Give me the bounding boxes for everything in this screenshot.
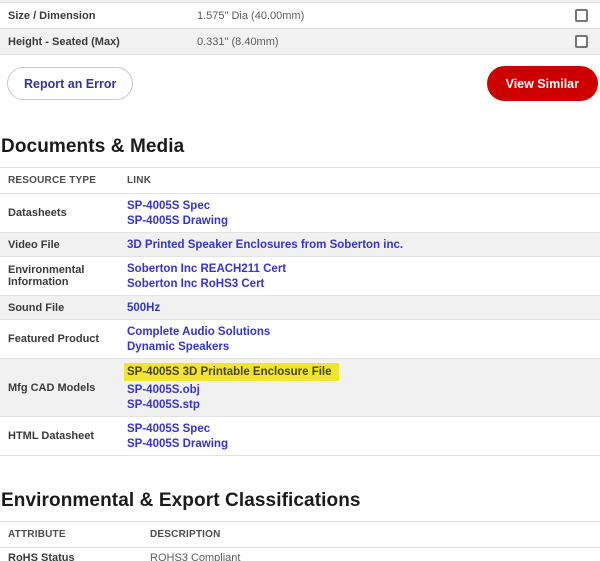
documents-media-table: RESOURCE TYPE LINK Datasheets SP-4005S S… (0, 167, 600, 456)
resource-type-label: Environmental Information (0, 257, 119, 296)
action-bar: Report an Error View Similar (0, 66, 600, 101)
document-link[interactable]: Dynamic Speakers (127, 340, 229, 354)
table-row-video-file: Video File 3D Printed Speaker Enclosures… (0, 233, 600, 257)
table-header-row: RESOURCE TYPE LINK (0, 168, 600, 194)
environmental-export-heading: Environmental & Export Classifications (0, 490, 600, 512)
spec-label: Size / Dimension (0, 3, 189, 29)
table-row-mfg-cad-models: Mfg CAD Models SP-4005S 3D Printable Enc… (0, 359, 600, 417)
specs-table: Size / Dimension 1.575" Dia (40.00mm) He… (0, 3, 600, 55)
column-header-description: DESCRIPTION (142, 522, 600, 548)
highlighted-document-link[interactable]: SP-4005S 3D Printable Enclosure File (124, 363, 339, 381)
attribute-label: RoHS Status (0, 548, 142, 561)
table-row-environmental-information: Environmental Information Soberton Inc R… (0, 257, 600, 296)
document-link[interactable]: SP-4005S Drawing (127, 437, 228, 451)
document-link[interactable]: SP-4005S Spec (127, 199, 210, 213)
table-row-rohs-status: RoHS Status ROHS3 Compliant (0, 548, 600, 561)
environmental-export-table: ATTRIBUTE DESCRIPTION RoHS Status ROHS3 … (0, 521, 600, 561)
spec-value: 0.331" (8.40mm) (189, 29, 566, 55)
resource-type-label: Featured Product (0, 320, 119, 359)
column-header-attribute: ATTRIBUTE (0, 522, 142, 548)
resource-type-label: Mfg CAD Models (0, 359, 119, 417)
spec-label: Height - Seated (Max) (0, 29, 189, 55)
document-link[interactable]: SP-4005S.stp (127, 398, 200, 412)
table-row-sound-file: Sound File 500Hz (0, 296, 600, 320)
resource-type-label: Datasheets (0, 194, 119, 233)
document-link[interactable]: SP-4005S Spec (127, 422, 210, 436)
document-link[interactable]: Soberton Inc REACH211 Cert (127, 262, 286, 276)
column-header-link: LINK (119, 168, 600, 194)
document-link[interactable]: SP-4005S Drawing (127, 214, 228, 228)
table-row: Height - Seated (Max) 0.331" (8.40mm) (0, 29, 600, 55)
resource-type-label: HTML Datasheet (0, 417, 119, 456)
document-link[interactable]: Soberton Inc RoHS3 Cert (127, 277, 264, 291)
document-link[interactable]: Complete Audio Solutions (127, 325, 270, 339)
report-error-button[interactable]: Report an Error (7, 67, 133, 100)
compare-checkbox[interactable] (575, 35, 588, 48)
compare-checkbox[interactable] (575, 9, 588, 22)
documents-media-heading: Documents & Media (0, 136, 600, 158)
attribute-description: ROHS3 Compliant (142, 548, 600, 561)
table-row: Size / Dimension 1.575" Dia (40.00mm) (0, 3, 600, 29)
product-detail-page: Size / Dimension 1.575" Dia (40.00mm) He… (0, 0, 600, 561)
table-row-datasheets: Datasheets SP-4005S Spec SP-4005S Drawin… (0, 194, 600, 233)
table-row-featured-product: Featured Product Complete Audio Solution… (0, 320, 600, 359)
view-similar-button[interactable]: View Similar (487, 66, 598, 101)
document-link[interactable]: SP-4005S.obj (127, 383, 200, 397)
document-link[interactable]: 500Hz (127, 301, 160, 315)
spec-value: 1.575" Dia (40.00mm) (189, 3, 566, 29)
resource-type-label: Sound File (0, 296, 119, 320)
table-header-row: ATTRIBUTE DESCRIPTION (0, 522, 600, 548)
resource-type-label: Video File (0, 233, 119, 257)
table-row-html-datasheet: HTML Datasheet SP-4005S Spec SP-4005S Dr… (0, 417, 600, 456)
document-link[interactable]: 3D Printed Speaker Enclosures from Sober… (127, 238, 403, 252)
column-header-resource-type: RESOURCE TYPE (0, 168, 119, 194)
